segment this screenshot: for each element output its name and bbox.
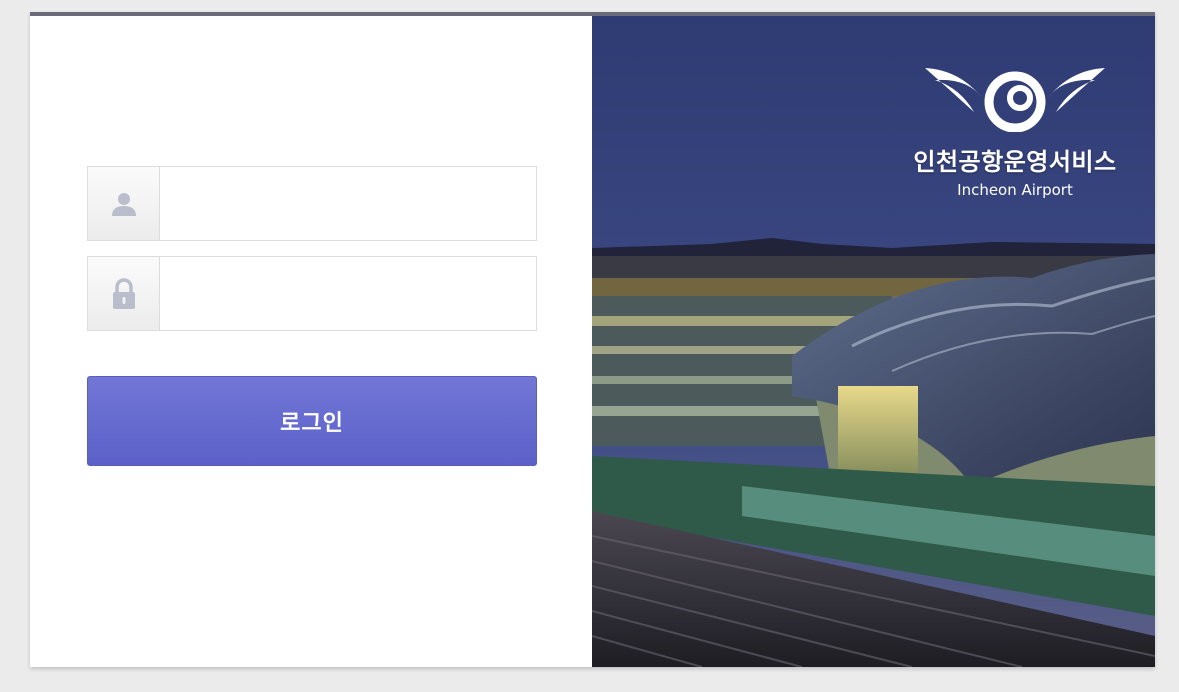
login-button[interactable]: 로그인 xyxy=(87,376,537,466)
company-logo: 인천공항운영서비스 Incheon Airport xyxy=(910,60,1120,199)
incheon-airport-wing-logo xyxy=(925,68,1105,133)
password-field[interactable] xyxy=(87,256,537,331)
username-icon-box xyxy=(88,167,160,240)
username-input[interactable] xyxy=(161,167,536,240)
username-field[interactable] xyxy=(87,166,537,241)
company-name-en: Incheon Airport xyxy=(957,181,1073,199)
login-card: 로그인 인천공항운영서비스 Incheon Airport xyxy=(30,12,1155,667)
login-panel: 로그인 xyxy=(30,16,592,667)
password-icon-box xyxy=(88,257,160,330)
password-input[interactable] xyxy=(161,257,536,330)
airport-photo-panel: 인천공항운영서비스 Incheon Airport xyxy=(592,16,1155,667)
lock-icon xyxy=(112,277,135,309)
company-name: 인천공항운영서비스 xyxy=(913,148,1117,176)
user-icon xyxy=(111,192,136,216)
